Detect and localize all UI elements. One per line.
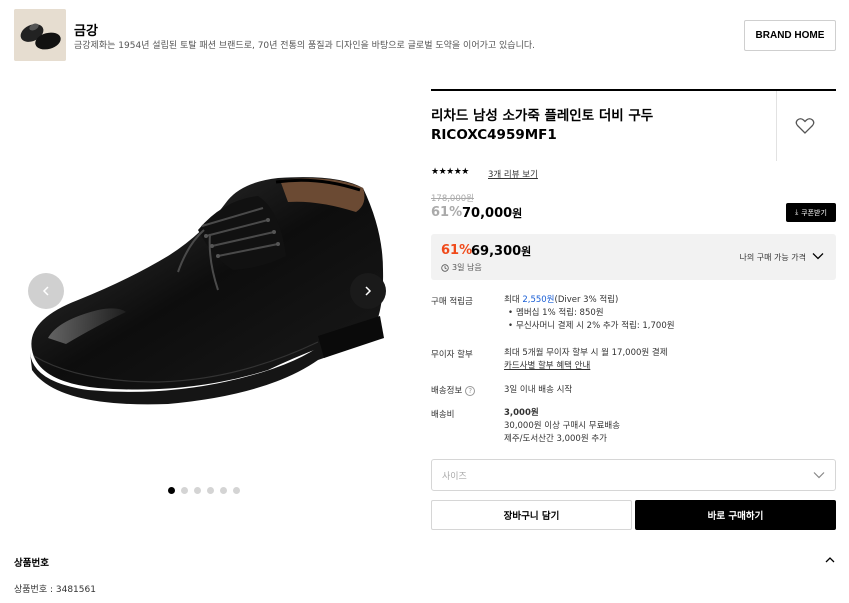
brand-logo[interactable] bbox=[14, 9, 66, 61]
points-info: 최대 2,550원(Diver 3% 적립) 멤버십 1% 적립: 850원 무… bbox=[504, 294, 675, 333]
delivery-label-text: 배송정보 bbox=[431, 386, 463, 396]
product-title-line1: 리차드 남성 소가죽 플레인토 더비 구두 bbox=[431, 108, 654, 124]
section-title[interactable]: 상품번호 bbox=[14, 555, 49, 569]
sale-price-amount: 70,000 bbox=[462, 206, 513, 221]
discount-rate: 61% bbox=[431, 205, 463, 220]
my-discount-rate: 61% bbox=[441, 243, 473, 258]
shipping-fee: 3,000원 bbox=[504, 408, 539, 418]
size-placeholder: 사이즈 bbox=[442, 472, 467, 482]
brand-name[interactable]: 금강 bbox=[74, 20, 98, 39]
chevron-down-icon bbox=[813, 472, 825, 479]
product-code: RICOXC4959MF1 bbox=[431, 127, 557, 143]
download-icon: ⤓ bbox=[795, 208, 799, 216]
brand-home-button[interactable]: BRAND HOME bbox=[744, 20, 836, 51]
points-bullet: 멤버십 1% 적립: 850원 bbox=[504, 307, 675, 320]
my-price-amount: 69,300 bbox=[471, 244, 522, 259]
gallery-next-button[interactable] bbox=[350, 273, 386, 309]
delivery-text: 3일 이내 배송 시작 bbox=[504, 385, 573, 395]
points-label: 구매 적립금 bbox=[431, 297, 473, 307]
coupon-button[interactable]: ⤓ 쿠폰받기 bbox=[786, 203, 836, 222]
points-suffix: (Diver 3% 적립) bbox=[554, 295, 619, 305]
clock-icon bbox=[441, 263, 449, 272]
help-icon[interactable]: ? bbox=[465, 385, 476, 396]
product-title: 리차드 남성 소가죽 플레인토 더비 구두 RICOXC4959MF1 bbox=[431, 107, 751, 145]
points-bullet: 무신사머니 결제 시 2% 추가 적립: 1,700원 bbox=[504, 320, 675, 333]
my-price-label: 나의 구매 가능 가격 bbox=[739, 253, 806, 262]
gallery-prev-button[interactable] bbox=[28, 273, 64, 309]
sale-price-unit: 원 bbox=[512, 207, 523, 220]
product-number: 상품번호 : 3481561 bbox=[14, 585, 96, 595]
gallery-dot[interactable] bbox=[194, 487, 201, 494]
points-amount: 2,550원 bbox=[522, 295, 555, 305]
chevron-right-icon bbox=[365, 286, 372, 296]
coupon-label: 쿠폰받기 bbox=[801, 208, 827, 217]
installment-text: 최대 5개월 무이자 할부 시 월 17,000원 결제 bbox=[504, 348, 668, 358]
size-select[interactable]: 사이즈 bbox=[431, 459, 836, 491]
original-price: 178,000원 bbox=[431, 194, 474, 204]
days-left: 3일 남음 bbox=[441, 262, 482, 273]
days-left-text: 3일 남음 bbox=[452, 263, 482, 272]
gallery-dot[interactable] bbox=[233, 487, 240, 494]
delivery-label: 배송정보? bbox=[431, 384, 476, 396]
my-price-unit: 원 bbox=[521, 245, 532, 258]
product-image bbox=[18, 160, 398, 430]
shipping-extra: 제주/도서산간 3,000원 추가 bbox=[504, 434, 607, 444]
review-link[interactable]: 3개 리뷰 보기 bbox=[488, 168, 538, 180]
heart-icon bbox=[795, 118, 815, 134]
installment-info: 최대 5개월 무이자 할부 시 월 17,000원 결제 카드사별 할부 혜택 … bbox=[504, 347, 668, 373]
my-price-box[interactable]: 61% 69,300원 3일 남음 나의 구매 가능 가격 bbox=[431, 234, 836, 280]
shipping-label: 배송비 bbox=[431, 410, 455, 420]
sale-price: 70,000원 bbox=[462, 205, 522, 221]
my-price: 69,300원 bbox=[471, 243, 531, 259]
installment-link[interactable]: 카드사별 할부 혜택 안내 bbox=[504, 360, 668, 373]
like-button[interactable] bbox=[795, 117, 815, 139]
gallery-dot[interactable] bbox=[168, 487, 175, 494]
chevron-down-icon bbox=[812, 253, 824, 260]
gallery-dot[interactable] bbox=[220, 487, 227, 494]
points-prefix: 최대 bbox=[504, 295, 523, 305]
shipping-free: 30,000원 이상 구매시 무료배송 bbox=[504, 421, 621, 431]
gallery-dot[interactable] bbox=[181, 487, 188, 494]
gallery-dot[interactable] bbox=[207, 487, 214, 494]
gallery-dots bbox=[168, 487, 240, 494]
chevron-left-icon bbox=[42, 286, 49, 296]
brand-description: 금강제화는 1954년 설립된 토탈 패션 브랜드로, 70년 전통의 품질과 … bbox=[74, 41, 536, 51]
buy-now-button[interactable]: 바로 구매하기 bbox=[635, 500, 836, 530]
add-to-cart-button[interactable]: 장바구니 담기 bbox=[431, 500, 632, 530]
installment-label: 무이자 할부 bbox=[431, 350, 473, 360]
rating-stars: ★★★★★ bbox=[431, 167, 469, 177]
chevron-up-icon[interactable] bbox=[824, 555, 836, 565]
shipping-info: 3,000원 30,000원 이상 구매시 무료배송 제주/도서산간 3,000… bbox=[504, 407, 620, 446]
divider bbox=[776, 91, 777, 161]
